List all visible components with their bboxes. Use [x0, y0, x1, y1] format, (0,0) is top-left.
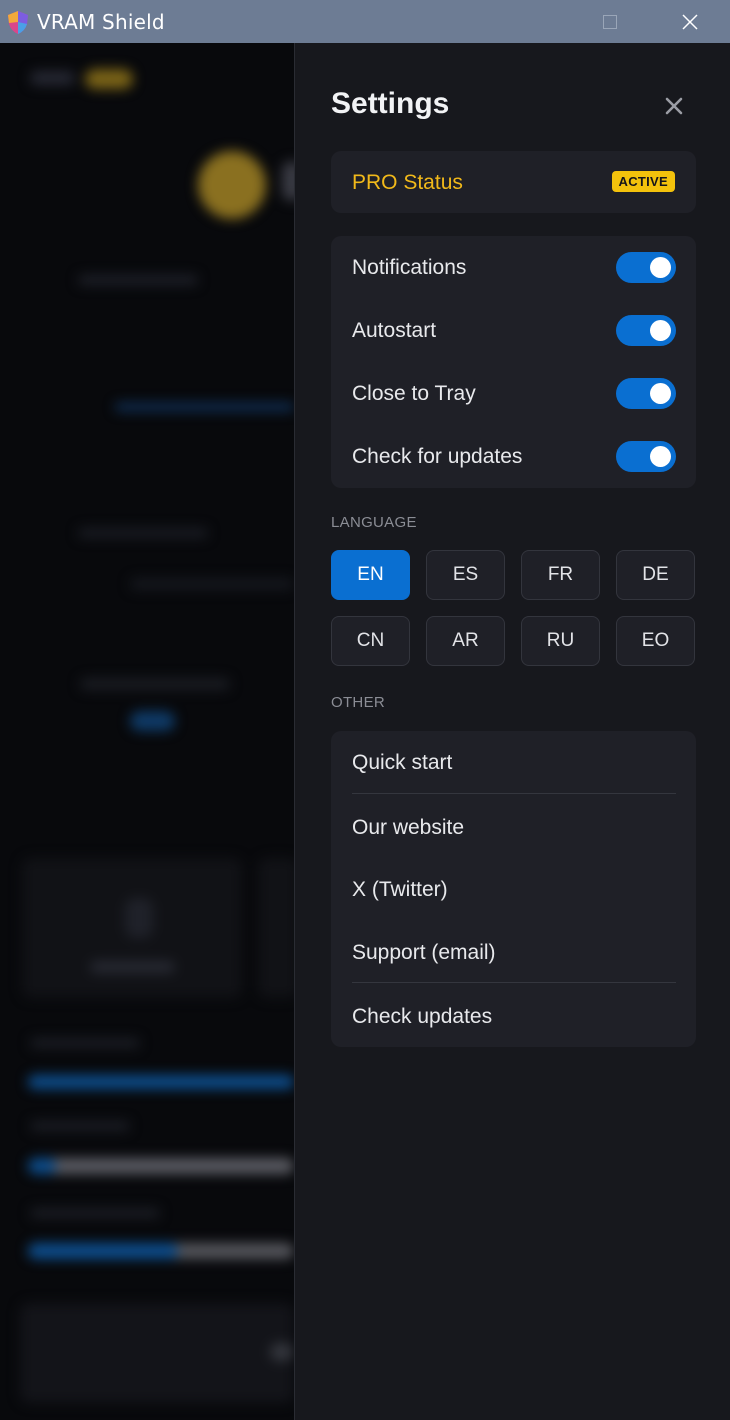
our-website-link[interactable]: Our website — [331, 796, 696, 858]
toggle-knob — [650, 446, 671, 467]
toggle-label: Notifications — [352, 256, 467, 279]
pro-status-card: PRO Status ACTIVE — [331, 151, 696, 213]
window-title: VRAM Shield — [37, 9, 165, 34]
divider — [352, 793, 676, 794]
toggle-label: Close to Tray — [352, 382, 476, 405]
close-to-tray-toggle[interactable] — [616, 378, 676, 409]
close-settings-button[interactable] — [659, 91, 689, 121]
settings-title: Settings — [331, 87, 450, 120]
close-window-button[interactable] — [650, 0, 730, 43]
toggle-knob — [650, 383, 671, 404]
link-label: Our website — [352, 816, 465, 839]
maximize-button[interactable] — [570, 0, 650, 43]
check-updates-link[interactable]: Check updates — [331, 985, 696, 1047]
pro-status-badge: ACTIVE — [611, 171, 675, 192]
toggle-row-check-for-updates: Check for updates — [331, 425, 696, 488]
notifications-toggle[interactable] — [616, 252, 676, 283]
maximize-icon — [603, 14, 617, 29]
settings-panel: Settings PRO Status ACTIVE Notifications… — [294, 43, 730, 1420]
language-heading: LANGUAGE — [331, 514, 417, 531]
window-controls — [490, 0, 730, 43]
toggle-row-close-to-tray: Close to Tray — [331, 362, 696, 425]
toggle-label: Autostart — [352, 319, 437, 342]
toggle-knob — [650, 257, 671, 278]
quick-start-link[interactable]: Quick start — [331, 731, 696, 793]
language-button-ru[interactable]: RU — [521, 616, 600, 666]
language-button-eo[interactable]: EO — [616, 616, 695, 666]
link-label: Support (email) — [352, 941, 496, 964]
check-for-updates-toggle[interactable] — [616, 441, 676, 472]
language-button-es[interactable]: ES — [426, 550, 505, 600]
x-twitter-link[interactable]: X (Twitter) — [331, 858, 696, 920]
toggle-row-autostart: Autostart — [331, 299, 696, 362]
toggles-card: Notifications Autostart Close to Tray Ch… — [331, 236, 696, 488]
link-label: Check updates — [352, 1005, 493, 1028]
toggle-knob — [650, 320, 671, 341]
language-button-de[interactable]: DE — [616, 550, 695, 600]
toggle-row-notifications: Notifications — [331, 236, 696, 299]
support-email-link[interactable]: Support (email) — [331, 921, 696, 983]
minimize-button[interactable] — [490, 0, 570, 43]
language-button-ar[interactable]: AR — [426, 616, 505, 666]
close-icon — [665, 97, 683, 115]
minimize-icon — [524, 21, 536, 22]
language-button-en[interactable]: EN — [331, 550, 410, 600]
link-label: Quick start — [352, 751, 453, 774]
blurred-background-app — [0, 43, 294, 1420]
language-button-cn[interactable]: CN — [331, 616, 410, 666]
other-links-card: Quick start Our website X (Twitter) Supp… — [331, 731, 696, 1047]
app-logo-icon — [8, 10, 28, 34]
toggle-label: Check for updates — [352, 445, 523, 468]
window-title-bar: VRAM Shield — [0, 0, 730, 43]
close-icon — [682, 13, 698, 30]
autostart-toggle[interactable] — [616, 315, 676, 346]
divider — [352, 982, 676, 983]
link-label: X (Twitter) — [352, 878, 448, 901]
other-heading: OTHER — [331, 694, 385, 711]
pro-status-label: PRO Status — [352, 171, 463, 194]
language-button-fr[interactable]: FR — [521, 550, 600, 600]
